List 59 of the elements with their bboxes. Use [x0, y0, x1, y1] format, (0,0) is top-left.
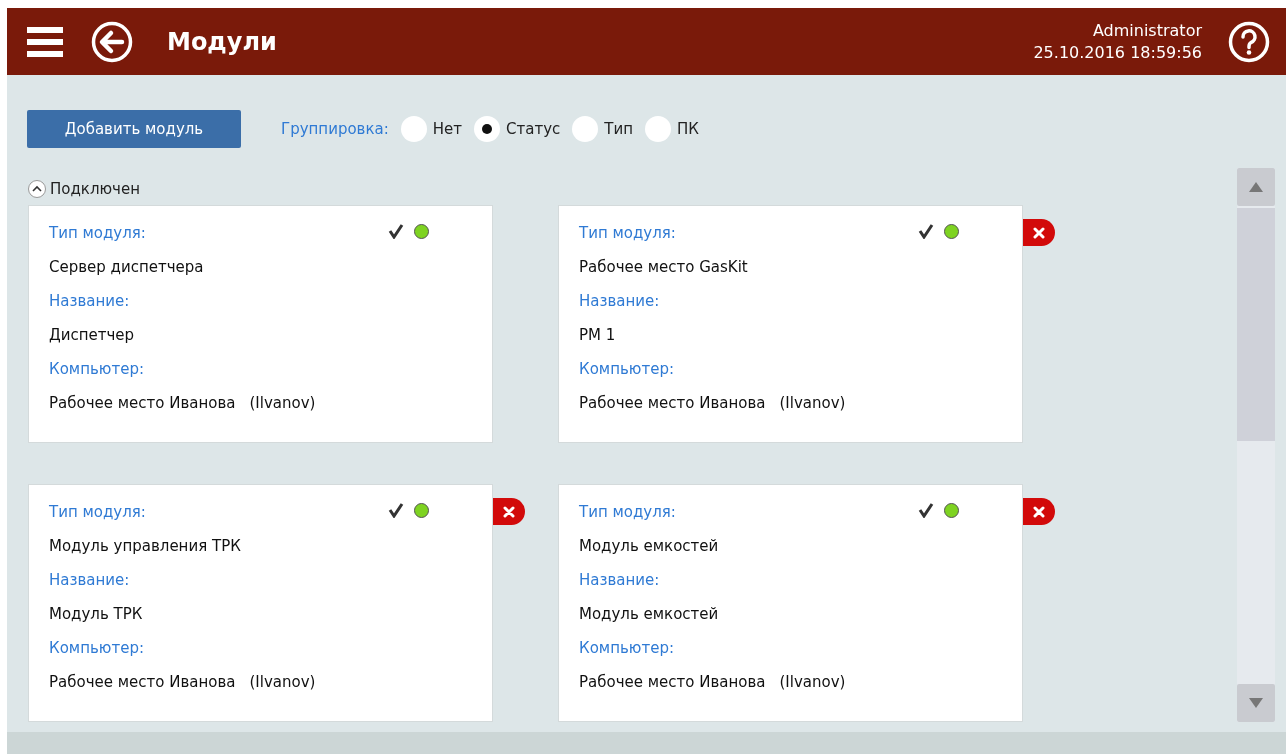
field-value: РМ 1 — [579, 325, 617, 346]
field-value: Рабочее место Иванова — [579, 672, 766, 693]
user-name: Administrator — [1092, 19, 1202, 42]
grouping-label: Группировка: — [281, 120, 389, 138]
scroll-down-button[interactable] — [1237, 684, 1275, 722]
login-text: (Ilvanov) — [779, 393, 846, 414]
add-module-button[interactable]: Добавить модуль — [27, 110, 241, 148]
radio-button[interactable] — [400, 116, 427, 142]
radio-button[interactable] — [474, 116, 500, 142]
field-label: Компьютер: — [49, 638, 145, 659]
chevron-up-icon — [32, 185, 42, 193]
triangle-up-icon — [1249, 182, 1263, 192]
group-title: Подключен — [50, 180, 140, 198]
date-time: 25.10.2016 18:59:56 — [1033, 41, 1202, 64]
delete-button[interactable] — [1023, 219, 1055, 246]
radio-button[interactable] — [572, 116, 599, 142]
field-value: Рабочее место Иванова — [579, 393, 766, 414]
field-value: Рабочее место GasKit — [579, 257, 749, 278]
field-label: Компьютер: — [579, 638, 675, 659]
scrollbar[interactable] — [1237, 168, 1275, 722]
field-label: Тип модуля: — [579, 223, 677, 244]
scroll-up-button[interactable] — [1237, 168, 1275, 206]
radio-label[interactable]: Статус — [506, 120, 561, 138]
delete-button[interactable] — [1023, 498, 1055, 525]
help-icon[interactable] — [1228, 20, 1270, 63]
scroll-thumb[interactable] — [1237, 208, 1275, 441]
field-value: Модуль емкостей — [579, 604, 720, 625]
radio-label[interactable]: Нет — [432, 120, 462, 138]
radio-label[interactable]: Тип — [604, 120, 633, 138]
menu-icon[interactable] — [27, 25, 63, 58]
field-label: Название: — [49, 570, 131, 591]
field-label: Тип модуля: — [49, 502, 147, 523]
login-text: (Ilvanov) — [249, 672, 316, 693]
back-icon[interactable] — [91, 20, 133, 63]
delete-button[interactable] — [493, 498, 525, 525]
field-value: Рабочее место Иванова — [49, 393, 236, 414]
close-icon — [1033, 226, 1045, 239]
collapse-toggle[interactable] — [28, 180, 46, 198]
field-label: Название: — [49, 291, 131, 312]
close-icon — [1033, 505, 1045, 518]
field-value: Модуль ТРК — [49, 604, 144, 625]
field-value: Диспетчер — [49, 325, 136, 346]
close-icon — [503, 505, 515, 518]
field-value: Сервер диспетчера — [49, 257, 205, 278]
login-text: (Ilvanov) — [249, 393, 316, 414]
radio-button[interactable] — [645, 116, 671, 142]
field-label: Название: — [579, 570, 661, 591]
triangle-down-icon — [1249, 698, 1263, 708]
page-title: Модули — [167, 27, 278, 56]
field-label: Тип модуля: — [49, 223, 147, 244]
field-value: Модуль управления ТРК — [49, 536, 242, 557]
field-value: Модуль емкостей — [579, 536, 720, 557]
radio-label[interactable]: ПК — [677, 120, 699, 138]
field-label: Название: — [579, 291, 661, 312]
field-label: Тип модуля: — [579, 502, 677, 523]
login-text: (Ilvanov) — [779, 672, 846, 693]
field-value: Рабочее место Иванова — [49, 672, 236, 693]
field-label: Компьютер: — [579, 359, 675, 380]
field-label: Компьютер: — [49, 359, 145, 380]
